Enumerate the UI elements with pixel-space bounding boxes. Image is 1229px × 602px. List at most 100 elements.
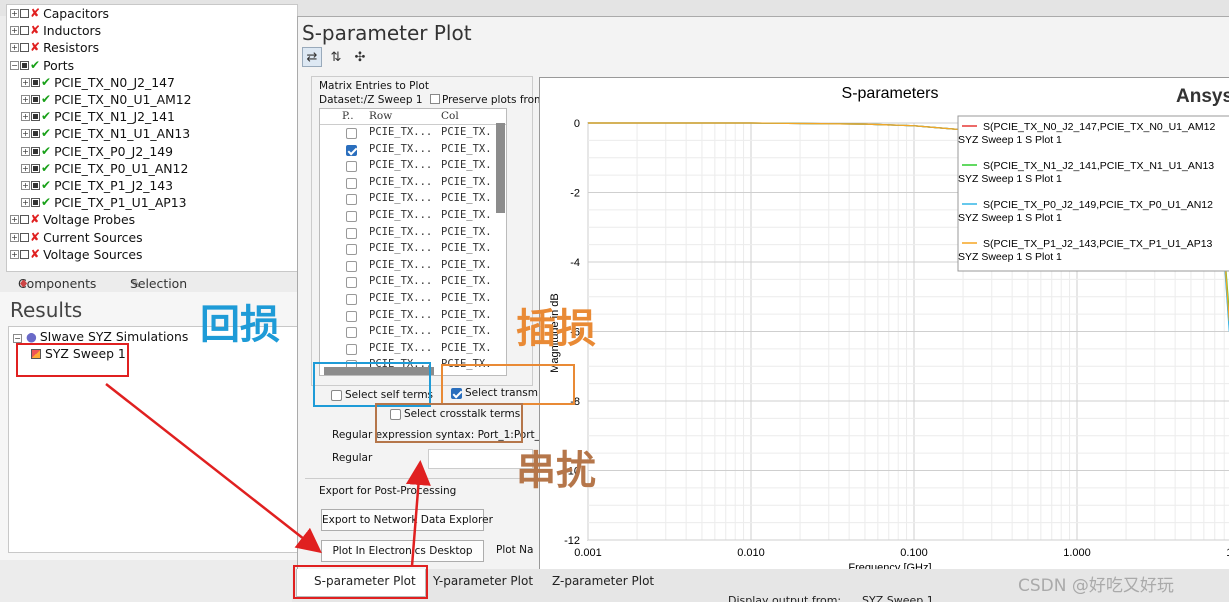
tree-checkbox[interactable] <box>20 43 29 53</box>
tree-checkbox[interactable] <box>20 60 29 70</box>
tree-checkbox[interactable] <box>31 77 40 87</box>
tree-checkbox[interactable] <box>31 129 40 139</box>
tree-checkbox[interactable] <box>31 180 40 190</box>
grid-row-checkbox[interactable] <box>346 327 357 339</box>
expand-icon[interactable]: + <box>21 95 30 105</box>
tree-item[interactable]: + ✘ Inductors <box>7 22 297 39</box>
expand-icon[interactable]: + <box>10 249 19 259</box>
grid-header-row[interactable]: Row <box>369 110 392 122</box>
tree-item[interactable]: + ✘ Capacitors <box>7 5 297 22</box>
expand-icon[interactable]: + <box>21 198 30 208</box>
grid-row-checkbox[interactable] <box>346 277 357 289</box>
grid-row[interactable]: PCIE_TX... PCIE_TX. <box>320 208 506 225</box>
dialog-title: S-parameter Plot <box>302 21 472 45</box>
annot-box-crosstalk <box>375 403 523 443</box>
grid-row[interactable]: PCIE_TX... PCIE_TX. <box>320 225 506 242</box>
expand-icon[interactable]: + <box>21 180 30 190</box>
collapse-icon[interactable]: − <box>13 334 22 343</box>
grid-row-row: PCIE_TX... <box>369 126 433 138</box>
tree-checkbox[interactable] <box>20 232 29 242</box>
grid-row-checkbox[interactable] <box>346 194 357 206</box>
y-param-tool-icon[interactable]: ⇅ <box>326 48 346 68</box>
grid-row-checkbox[interactable] <box>346 210 357 222</box>
tree-checkbox[interactable] <box>20 215 29 225</box>
tree-item[interactable]: + ✘ Resistors <box>7 39 297 56</box>
tab-y-parameter[interactable]: Y-parameter Plot <box>433 574 533 588</box>
expand-icon[interactable]: + <box>21 112 30 122</box>
export-network-button[interactable]: Export to Network Data Explorer <box>321 509 493 531</box>
tree-checkbox[interactable] <box>20 26 29 36</box>
tree-item[interactable]: + ✔ PCIE_TX_P1_U1_AP13 <box>7 194 297 211</box>
grid-row[interactable]: PCIE_TX... PCIE_TX. <box>320 191 506 208</box>
tree-checkbox[interactable] <box>31 112 40 122</box>
tree-item[interactable]: + ✔ PCIE_TX_P1_J2_143 <box>7 177 297 194</box>
tree-item-label: PCIE_TX_N1_J2_141 <box>54 109 175 125</box>
tab-z-parameter[interactable]: Z-parameter Plot <box>552 574 654 588</box>
grid-row-checkbox[interactable] <box>346 128 357 139</box>
s-param-tool-icon[interactable]: ⇄ <box>302 47 322 67</box>
expand-icon[interactable]: + <box>21 146 30 156</box>
tree-checkbox[interactable] <box>31 146 40 156</box>
tree-checkbox[interactable] <box>31 198 40 208</box>
grid-row-checkbox[interactable] <box>346 310 357 322</box>
grid-row[interactable]: PCIE_TX... PCIE_TX. <box>320 158 506 175</box>
expand-icon[interactable]: + <box>21 77 30 87</box>
tree-checkbox[interactable] <box>20 9 29 19</box>
expand-icon[interactable]: + <box>10 215 19 225</box>
regular-label: Regular <box>332 452 373 464</box>
tree-item[interactable]: − ✔ Ports <box>7 57 297 74</box>
tree-checkbox[interactable] <box>20 249 29 259</box>
tree-item-label: Voltage Sources <box>43 246 143 262</box>
chart-brand: Ansys <box>1176 86 1229 107</box>
expand-icon[interactable]: + <box>10 26 19 36</box>
grid-row[interactable]: PCIE_TX... PCIE_TX. <box>320 142 506 159</box>
grid-row[interactable]: PCIE_TX... PCIE_TX. <box>320 291 506 308</box>
z-param-tool-icon[interactable]: ✣ <box>350 48 370 68</box>
grid-row[interactable]: PCIE_TX... PCIE_TX. <box>320 324 506 341</box>
grid-row-checkbox[interactable] <box>346 293 357 305</box>
expand-icon[interactable]: + <box>10 9 19 19</box>
tree-item[interactable]: + ✔ PCIE_TX_N1_U1_AN13 <box>7 125 297 142</box>
grid-row-col: PCIE_TX. <box>441 258 492 271</box>
results-root[interactable]: − ● SIwave SYZ Simulations <box>13 329 188 344</box>
expand-icon[interactable]: + <box>10 232 19 242</box>
grid-row-row: PCIE_TX... <box>369 291 433 304</box>
grid-rows: PCIE_TX... PCIE_TX. PCIE_TX... PCIE_TX. PCIE… <box>320 125 506 374</box>
tree-item[interactable]: + ✔ PCIE_TX_N0_J2_147 <box>7 74 297 91</box>
grid-row-checkbox[interactable] <box>346 227 357 239</box>
tree-item[interactable]: + ✔ PCIE_TX_N0_U1_AM12 <box>7 91 297 108</box>
grid-header-p[interactable]: P.. <box>342 110 354 122</box>
grid-row-row: PCIE_TX... <box>369 258 433 271</box>
expand-icon[interactable]: + <box>21 163 30 173</box>
tree-item[interactable]: + ✘ Current Sources <box>7 228 297 245</box>
expand-icon[interactable]: + <box>10 43 19 53</box>
tree-checkbox[interactable] <box>31 163 40 173</box>
grid-row[interactable]: PCIE_TX... PCIE_TX. <box>320 258 506 275</box>
tree-item[interactable]: + ✘ Voltage Sources <box>7 246 297 263</box>
grid-row[interactable]: PCIE_TX... PCIE_TX. <box>320 125 506 142</box>
annot-box-s-tab <box>293 565 428 599</box>
plot-electronics-button[interactable]: Plot In Electronics Desktop <box>321 540 484 562</box>
tree-item[interactable]: + ✔ PCIE_TX_P0_J2_149 <box>7 143 297 160</box>
grid-row-checkbox[interactable] <box>346 177 357 189</box>
tree-item[interactable]: + ✘ Voltage Probes <box>7 211 297 228</box>
grid-vscroll-thumb[interactable] <box>496 123 505 213</box>
grid-row-checkbox[interactable] <box>346 260 357 272</box>
grid-header-col[interactable]: Col <box>441 110 459 122</box>
tree-item[interactable]: + ✔ PCIE_TX_N1_J2_141 <box>7 108 297 125</box>
grid-row[interactable]: PCIE_TX... PCIE_TX. <box>320 241 506 258</box>
preserve-checkbox[interactable] <box>429 94 440 104</box>
expand-icon[interactable]: − <box>10 60 19 70</box>
grid-row-checkbox[interactable] <box>346 244 357 256</box>
grid-row[interactable]: PCIE_TX... PCIE_TX. <box>320 341 506 358</box>
tree-item-label: PCIE_TX_N0_J2_147 <box>54 74 175 90</box>
tree-checkbox[interactable] <box>31 95 40 105</box>
grid-row-checkbox[interactable] <box>346 144 357 156</box>
expand-icon[interactable]: + <box>21 129 30 139</box>
grid-row-checkbox[interactable] <box>346 161 357 173</box>
grid-row-checkbox[interactable] <box>346 343 357 355</box>
grid-row[interactable]: PCIE_TX... PCIE_TX. <box>320 274 506 291</box>
tree-item[interactable]: + ✔ PCIE_TX_P0_U1_AN12 <box>7 160 297 177</box>
grid-row[interactable]: PCIE_TX... PCIE_TX. <box>320 175 506 192</box>
grid-row[interactable]: PCIE_TX... PCIE_TX. <box>320 308 506 325</box>
